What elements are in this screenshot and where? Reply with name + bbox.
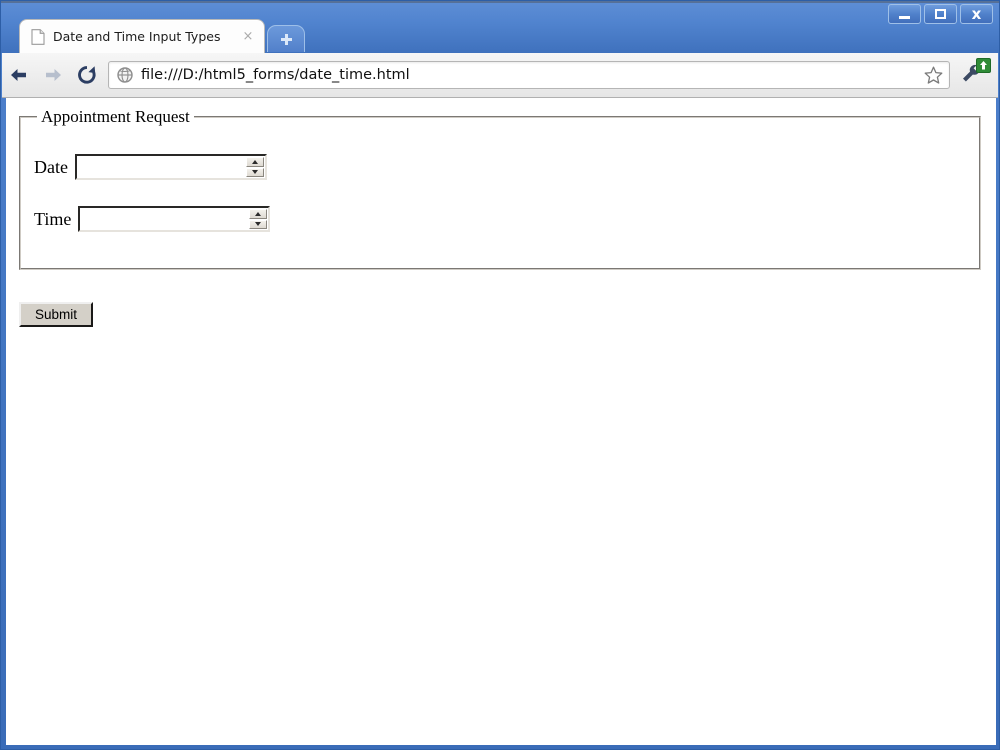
back-arrow-icon xyxy=(11,69,26,81)
date-spinner-down-button[interactable] xyxy=(245,167,264,177)
date-field-row: Date xyxy=(34,154,979,180)
tab-strip: Date and Time Input Types × xyxy=(1,19,861,53)
page-viewport: Appointment Request Date Time Submit xyxy=(6,98,996,745)
fieldset-legend: Appointment Request xyxy=(41,107,190,126)
triangle-down-icon xyxy=(251,170,258,175)
time-input-value xyxy=(80,208,250,230)
tab-close-icon[interactable]: × xyxy=(240,29,256,45)
address-bar-url: file:///D:/html5_forms/date_time.html xyxy=(141,67,410,83)
time-label: Time xyxy=(34,208,72,229)
tab-title: Date and Time Input Types xyxy=(53,29,221,44)
window-controls: x xyxy=(888,4,993,24)
address-bar[interactable]: file:///D:/html5_forms/date_time.html xyxy=(108,61,950,89)
triangle-down-icon xyxy=(255,222,262,227)
browser-toolbar: file:///D:/html5_forms/date_time.html xyxy=(2,53,998,98)
triangle-up-icon xyxy=(251,159,258,164)
page-icon xyxy=(31,28,45,45)
title-bar-top-edge xyxy=(1,1,999,3)
back-button[interactable] xyxy=(2,58,36,92)
close-button[interactable]: x xyxy=(960,4,993,24)
maximize-icon xyxy=(935,9,946,19)
time-spinner-down-button[interactable] xyxy=(249,219,268,229)
browser-window: x Date and Time Input Types × file:///D:… xyxy=(0,0,1000,750)
date-input-value xyxy=(76,156,246,178)
globe-icon xyxy=(116,66,134,84)
tab-date-and-time-input-types[interactable]: Date and Time Input Types × xyxy=(19,19,265,53)
maximize-button[interactable] xyxy=(924,4,957,24)
date-spinner-up-button[interactable] xyxy=(245,157,264,167)
date-input[interactable] xyxy=(74,154,267,180)
minimize-icon xyxy=(899,16,910,19)
minimize-button[interactable] xyxy=(888,4,921,24)
bookmark-star-icon[interactable] xyxy=(920,62,946,88)
plus-icon xyxy=(280,33,292,45)
chrome-menu-button[interactable] xyxy=(956,58,992,92)
date-label: Date xyxy=(34,156,68,177)
update-badge-icon xyxy=(976,58,991,73)
new-tab-button[interactable] xyxy=(267,25,305,52)
reload-icon xyxy=(78,66,96,84)
forward-button xyxy=(36,58,70,92)
time-field-row: Time xyxy=(34,206,979,232)
submit-button[interactable]: Submit xyxy=(19,302,93,327)
time-input[interactable] xyxy=(78,206,271,232)
close-icon: x xyxy=(971,4,982,23)
appointment-request-fieldset: Appointment Request Date Time xyxy=(19,107,981,270)
forward-arrow-icon xyxy=(46,69,61,81)
date-spinner xyxy=(245,157,264,177)
time-spinner-up-button[interactable] xyxy=(249,209,268,219)
triangle-up-icon xyxy=(255,211,262,216)
time-spinner xyxy=(249,209,268,229)
reload-button[interactable] xyxy=(70,58,104,92)
